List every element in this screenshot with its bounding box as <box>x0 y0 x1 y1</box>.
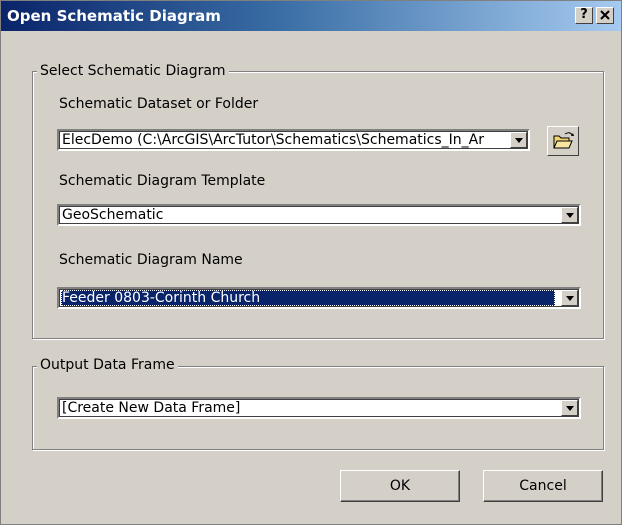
template-label: Schematic Diagram Template <box>59 173 266 189</box>
name-label: Schematic Diagram Name <box>59 252 243 268</box>
dataset-value: ElecDemo (C:\ArcGIS\ArcTutor\Schematics\… <box>62 132 484 148</box>
open-schematic-diagram-dialog: Open Schematic Diagram ? Select Schemati… <box>0 0 622 525</box>
window-title: Open Schematic Diagram <box>7 7 221 25</box>
output-group-legend: Output Data Frame <box>37 357 178 373</box>
close-icon <box>600 10 610 20</box>
template-combobox[interactable]: GeoSchematic <box>57 204 581 226</box>
template-value: GeoSchematic <box>62 207 164 223</box>
select-group-legend: Select Schematic Diagram <box>37 63 229 79</box>
dataset-label: Schematic Dataset or Folder <box>59 96 259 112</box>
title-bar[interactable]: Open Schematic Diagram ? <box>1 1 621 31</box>
chevron-down-icon[interactable] <box>561 207 578 223</box>
help-button[interactable]: ? <box>575 7 593 24</box>
chevron-down-icon[interactable] <box>561 290 578 306</box>
open-folder-icon <box>553 132 574 149</box>
cancel-button[interactable]: Cancel <box>483 470 603 502</box>
close-button[interactable] <box>596 7 614 24</box>
output-data-frame-value: [Create New Data Frame] <box>62 400 241 416</box>
output-data-frame-combobox[interactable]: [Create New Data Frame] <box>57 397 581 419</box>
chevron-down-icon[interactable] <box>510 132 527 148</box>
chevron-down-icon[interactable] <box>561 400 578 416</box>
diagram-name-value: Feeder 0803-Corinth Church <box>61 290 555 306</box>
browse-folder-button[interactable] <box>547 126 579 156</box>
diagram-name-combobox[interactable]: Feeder 0803-Corinth Church <box>57 287 581 309</box>
ok-button[interactable]: OK <box>340 470 460 502</box>
dataset-combobox[interactable]: ElecDemo (C:\ArcGIS\ArcTutor\Schematics\… <box>57 129 530 151</box>
